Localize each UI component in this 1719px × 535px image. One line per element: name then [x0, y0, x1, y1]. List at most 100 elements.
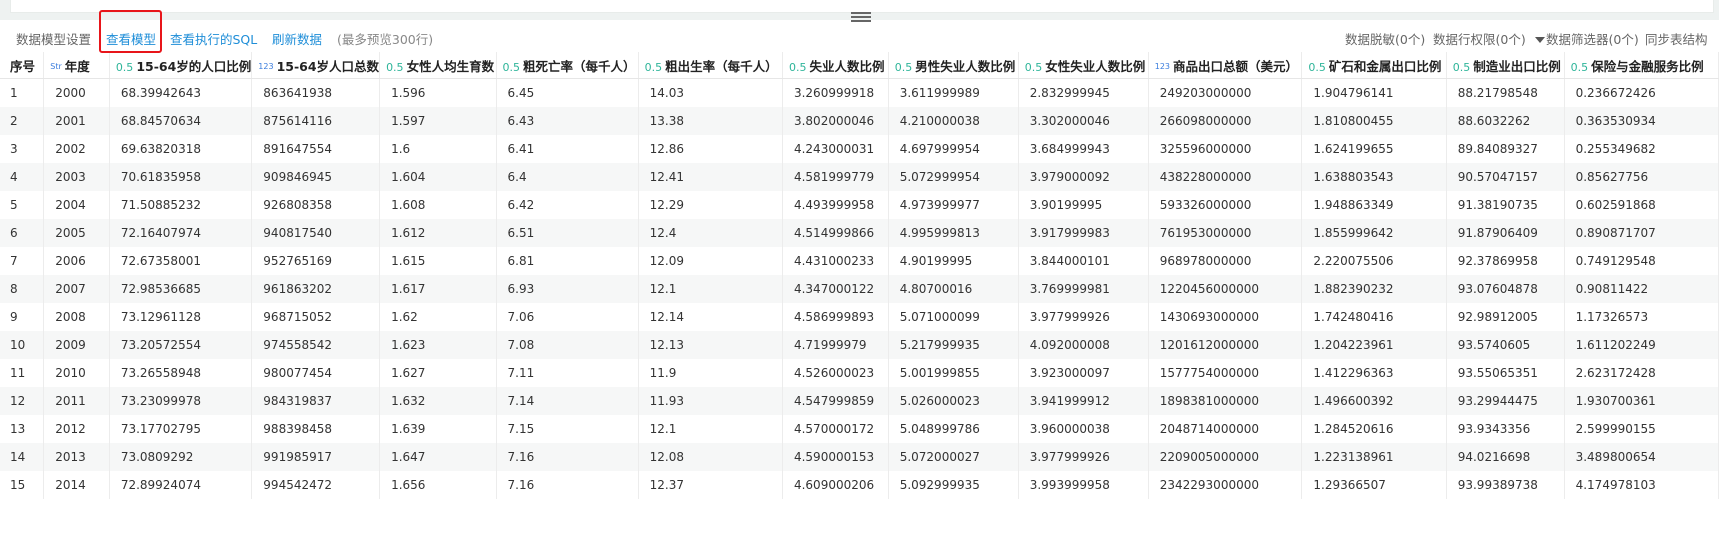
data-preview-grid[interactable]: 序号 Str 年度 0.5 15-64岁的人口比例 123 15-64岁人口总数 0.5 女性人… — [0, 52, 1719, 535]
column-header[interactable]: 序号 — [0, 52, 45, 79]
column-type-icon: 123 — [258, 61, 274, 71]
column-type-icon: 0.5 — [502, 60, 521, 74]
column-header-label: 矿石和金属出口比例 — [1328, 58, 1442, 74]
table-cell: 991985917 — [251, 443, 381, 471]
table-cell: 3.923000097 — [1018, 359, 1149, 387]
table-cell: 12.86 — [638, 135, 783, 163]
column-header[interactable]: 0.5 粗死亡率（每千人） — [496, 52, 639, 79]
table-cell: 3.684999943 — [1018, 135, 1149, 163]
table-cell: 1.647 — [379, 443, 497, 471]
table-row[interactable]: 1 2000 68.39942643 863641938 1.596 6.45 14.03 3… — [0, 78, 1719, 107]
data-filter-button[interactable]: 数据筛选器(0个) — [1535, 29, 1639, 48]
table-cell: 1.810800455 — [1301, 107, 1447, 135]
table-row[interactable]: 10 2009 73.20572554 974558542 1.623 7.08 12.13… — [0, 331, 1719, 359]
column-type-icon: 0.5 — [1570, 60, 1589, 74]
table-cell: 325596000000 — [1148, 135, 1303, 163]
table-cell: 2006 — [43, 247, 110, 275]
table-row[interactable]: 14 2013 73.0809292 991985917 1.647 7.16 12.08 4… — [0, 443, 1719, 471]
data-model-settings-tab[interactable]: 数据模型设置 — [16, 29, 91, 48]
column-header-label: 保险与金融服务比例 — [1591, 58, 1704, 74]
column-header[interactable]: Str 年度 — [43, 52, 110, 79]
column-header[interactable]: 0.5 女性失业人数比例 — [1018, 52, 1149, 79]
table-row[interactable]: 15 2014 72.89924074 994542472 1.656 7.16 12.37… — [0, 471, 1719, 499]
table-cell: 6.43 — [496, 107, 639, 135]
table-row[interactable]: 13 2012 73.17702795 988398458 1.639 7.15 12.1 4… — [0, 415, 1719, 443]
table-cell: 1.930700361 — [1564, 387, 1719, 415]
column-header[interactable]: 0.5 失业人数比例 — [782, 52, 889, 79]
table-cell: 4.80700016 — [888, 275, 1019, 303]
table-cell: 69.63820318 — [109, 135, 253, 163]
table-cell: 6.51 — [496, 219, 639, 247]
table-header-row: 序号 Str 年度 0.5 15-64岁的人口比例 123 15-64岁人口总数 0.5 女性人… — [0, 52, 1719, 79]
data-masking-button[interactable]: 数据脱敏(0个) — [1345, 29, 1425, 48]
column-header[interactable]: 0.5 保险与金融服务比例 — [1564, 52, 1719, 79]
table-cell: 1.612 — [379, 219, 497, 247]
column-header[interactable]: 123 商品出口总额（美元） — [1148, 52, 1303, 79]
column-type-icon: 0.5 — [386, 60, 404, 74]
table-cell: 12.37 — [638, 471, 783, 499]
table-cell: 1.882390232 — [1301, 275, 1447, 303]
view-executed-sql-link[interactable]: 查看执行的SQL — [170, 29, 257, 48]
column-header[interactable]: 0.5 男性失业人数比例 — [888, 52, 1019, 79]
table-cell: 4.526000023 — [782, 359, 889, 387]
table-cell: 4.210000038 — [888, 107, 1019, 135]
resize-handle-icon[interactable] — [851, 12, 871, 22]
table-cell: 73.26558948 — [109, 359, 253, 387]
table-cell: 4.431000233 — [782, 247, 889, 275]
table-cell: 2012 — [43, 415, 110, 443]
table-cell: 12.13 — [638, 331, 783, 359]
table-cell: 4.90199995 — [888, 247, 1019, 275]
column-header[interactable]: 0.5 矿石和金属出口比例 — [1301, 52, 1447, 79]
table-row[interactable]: 9 2008 73.12961128 968715052 1.62 7.06 12.14 4.… — [0, 303, 1719, 331]
column-type-icon: 0.5 — [1308, 60, 1326, 74]
table-cell: 1.204223961 — [1301, 331, 1447, 359]
view-model-link[interactable]: 查看模型 — [106, 29, 156, 48]
column-type-icon: 0.5 — [788, 60, 807, 74]
sync-table-structure-button[interactable]: 同步表结构 — [1645, 29, 1708, 48]
table-cell: 593326000000 — [1148, 191, 1303, 219]
table-cell: 12.41 — [638, 163, 783, 191]
table-cell: 6.81 — [496, 247, 639, 275]
table-row[interactable]: 8 2007 72.98536685 961863202 1.617 6.93 12.1 4.… — [0, 275, 1719, 303]
table-cell: 6.42 — [496, 191, 639, 219]
table-cell: 4.493999958 — [782, 191, 889, 219]
column-header[interactable]: 0.5 粗出生率（每千人） — [638, 52, 783, 79]
table-row[interactable]: 7 2006 72.67358001 952765169 1.615 6.81 12.09 4… — [0, 247, 1719, 275]
table-cell: 10 — [0, 331, 45, 359]
table-cell: 1.615 — [379, 247, 497, 275]
table-cell: 1.223138961 — [1301, 443, 1447, 471]
table-row[interactable]: 3 2002 69.63820318 891647554 1.6 6.41 12.86 4.2… — [0, 135, 1719, 163]
table-cell: 761953000000 — [1148, 219, 1303, 247]
table-row[interactable]: 4 2003 70.61835958 909846945 1.604 6.4 12.41 4.… — [0, 163, 1719, 191]
table-cell: 6.93 — [496, 275, 639, 303]
table-cell: 1.656 — [379, 471, 497, 499]
table-cell: 980077454 — [251, 359, 381, 387]
table-cell: 1.597 — [379, 107, 497, 135]
table-cell: 8 — [0, 275, 45, 303]
preview-toolbar: 数据模型设置 查看模型 查看执行的SQL 刷新数据 (最多预览300行) 数据脱… — [0, 22, 1719, 53]
table-row[interactable]: 6 2005 72.16407974 940817540 1.612 6.51 12.4 4.… — [0, 219, 1719, 247]
table-cell: 93.99389738 — [1446, 471, 1565, 499]
table-row[interactable]: 5 2004 71.50885232 926808358 1.608 6.42 12.29 4… — [0, 191, 1719, 219]
column-header[interactable]: 123 15-64岁人口总数 — [251, 52, 381, 79]
table-cell: 5.217999935 — [888, 331, 1019, 359]
refresh-data-link[interactable]: 刷新数据 — [272, 29, 322, 48]
table-cell: 4.347000122 — [782, 275, 889, 303]
table-cell: 12.08 — [638, 443, 783, 471]
table-row[interactable]: 11 2010 73.26558948 980077454 1.627 7.11 11.9 4… — [0, 359, 1719, 387]
table-row[interactable]: 12 2011 73.23099978 984319837 1.632 7.14 11.93… — [0, 387, 1719, 415]
table-row[interactable]: 2 2001 68.84570634 875614116 1.597 6.43 13.38 3… — [0, 107, 1719, 135]
data-model-preview-page: 数据模型设置 查看模型 查看执行的SQL 刷新数据 (最多预览300行) 数据脱… — [0, 0, 1719, 535]
column-header[interactable]: 0.5 女性人均生育数 — [379, 52, 497, 79]
table-cell: 3.977999926 — [1018, 303, 1149, 331]
table-cell: 968715052 — [251, 303, 381, 331]
table-cell: 89.84089327 — [1446, 135, 1565, 163]
table-cell: 92.98912005 — [1446, 303, 1565, 331]
column-header[interactable]: 0.5 制造业出口比例 — [1446, 52, 1565, 79]
data-table: 序号 Str 年度 0.5 15-64岁的人口比例 123 15-64岁人口总数 0.5 女性人… — [0, 52, 1719, 499]
column-header[interactable]: 0.5 15-64岁的人口比例 — [109, 52, 253, 79]
table-cell: 68.39942643 — [109, 78, 253, 107]
table-cell: 5.092999935 — [888, 471, 1019, 499]
data-row-permission-button[interactable]: 数据行权限(0个) — [1433, 29, 1526, 48]
column-type-icon: 0.5 — [115, 60, 134, 74]
